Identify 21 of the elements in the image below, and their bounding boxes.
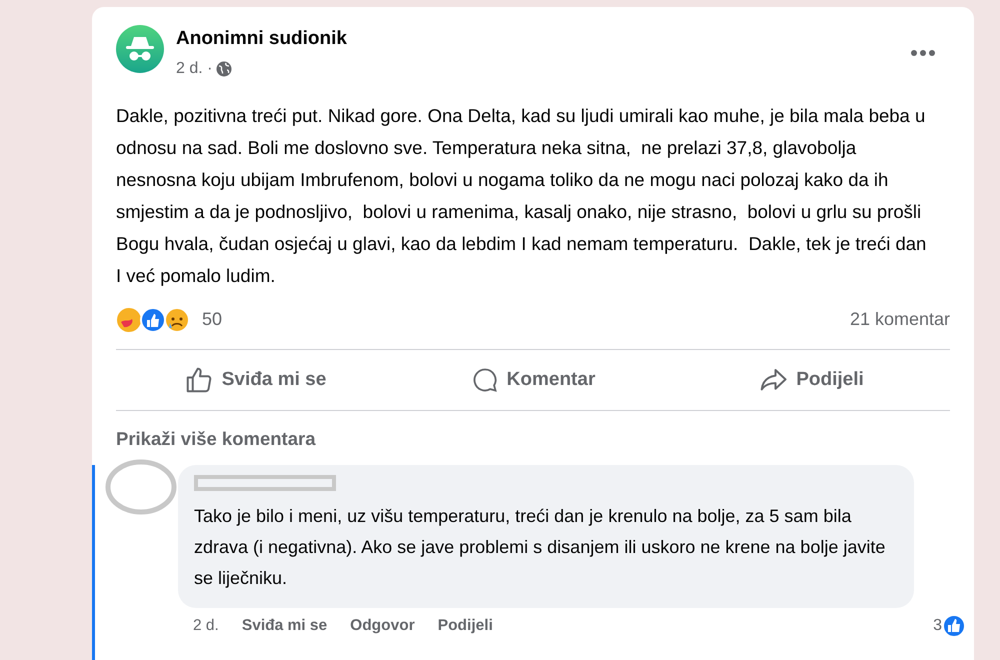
post-action-button[interactable]: Sviđa mi se [116,365,394,395]
post-action-button[interactable]: Komentar [394,366,672,394]
author-name[interactable]: Anonimni sudionik [176,27,898,51]
comment-like-count: 3 [933,616,942,636]
like-reaction-icon [942,614,966,638]
post-time[interactable]: 2 d. · [176,57,212,81]
comment-count[interactable]: 21 komentar [850,306,950,333]
comment-text: Tako je bilo i meni, uz višu temperaturu, treći dan je krenulo na bolje, za 5 sam bila zdrava (i negativna). Ako se jave problemi s disanjem ili uskoro ne krene na bolje javite se liječniku. [194,504,886,590]
more-options-icon[interactable] [910,49,936,57]
reaction-count[interactable]: 50 [202,306,222,333]
redacted-avatar [105,458,177,515]
post-text: Dakle, pozitivna treći put. Nikad gore. Ona Delta, kad su ljudi umirali kao muhe, je bila mala beba u odnosu na sad. Boli me doslovno sve. Temperatura neka sitna, ne prelazi 37,8, glavobolja nesnosna koju ubijam Imbrufenom, bolovi u nogama toliko da ne mogu naci polozaj kako da ih smjestim a da je podnosljivo, bolovi u ramenima, kasalj onako, nije strasno, bolovi u grlu su prošli Bogu hvala, čudan osjećaj u glavi, kao da lebdim I kad nemam temperaturu. Dakle, tek je treći dan I već pomalo ludim. [116,104,928,288]
comment-action-link[interactable]: Odgovor [350,614,415,638]
incognito-avatar-icon [116,25,164,73]
comment-action-link[interactable]: Podijeli [438,614,493,638]
comment-time[interactable]: 2 d. [193,614,219,638]
show-more-comments-link[interactable]: Prikaži više komentara [116,425,316,453]
comment-action-link[interactable]: Sviđa mi se [242,614,328,638]
globe-icon [216,61,232,77]
speech-bubble-icon [470,366,499,394]
post-action-button[interactable]: Podijeli [672,365,950,395]
